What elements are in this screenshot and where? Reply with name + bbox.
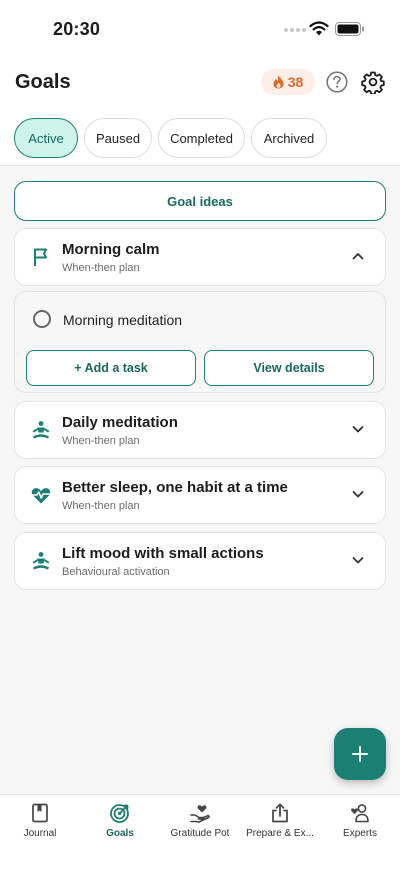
- target-icon: [110, 804, 129, 823]
- bottom-navigation: Journal Goals Gratitude Pot Prepare & Ex…: [0, 794, 400, 869]
- nav-label: Goals: [106, 828, 134, 839]
- status-bar: 20:30: [0, 0, 400, 56]
- chevron-down-icon[interactable]: [351, 487, 365, 501]
- chevron-down-icon[interactable]: [351, 553, 365, 567]
- tab-active[interactable]: Active: [14, 118, 78, 158]
- meditation-icon: [32, 421, 50, 439]
- add-goal-button[interactable]: [334, 728, 386, 780]
- goal-card-lift-mood[interactable]: Lift mood with small actions Behavioural…: [14, 532, 386, 590]
- nav-item-goals[interactable]: Goals: [80, 802, 160, 846]
- goal-title: Lift mood with small actions: [62, 545, 264, 562]
- goal-subtitle: Behavioural activation: [62, 566, 170, 578]
- heartbeat-icon: [31, 488, 51, 504]
- flag-icon: [34, 248, 47, 266]
- gratitude-hand-heart-icon: [190, 805, 210, 823]
- tab-paused[interactable]: Paused: [84, 118, 152, 158]
- streak-count: 38: [287, 74, 304, 90]
- nav-item-journal[interactable]: Journal: [0, 802, 80, 846]
- wifi-icon: [309, 21, 329, 36]
- add-task-button[interactable]: + Add a task: [26, 350, 196, 386]
- page-header: Goals 38: [0, 62, 400, 102]
- help-icon[interactable]: [326, 71, 348, 93]
- plus-icon: [352, 746, 368, 762]
- task-checkbox[interactable]: [33, 310, 51, 328]
- share-upload-icon: [272, 803, 288, 823]
- nav-item-prepare-express[interactable]: Prepare & Ex...: [240, 802, 320, 846]
- chevron-up-icon[interactable]: [351, 249, 365, 263]
- goal-card-daily-meditation[interactable]: Daily meditation When-then plan: [14, 401, 386, 459]
- tab-completed[interactable]: Completed: [158, 118, 245, 158]
- nav-item-experts[interactable]: Experts: [320, 802, 400, 846]
- tab-archived[interactable]: Archived: [251, 118, 327, 158]
- goal-card-morning-calm[interactable]: Morning calm When-then plan: [14, 228, 386, 286]
- goal-subtitle: When-then plan: [62, 435, 140, 447]
- status-time: 20:30: [53, 19, 101, 39]
- task-label: Morning meditation: [63, 312, 183, 328]
- journal-icon: [32, 803, 48, 823]
- goal-status-tabs: Active Paused Completed Archived: [14, 118, 327, 158]
- nav-label: Gratitude Pot: [170, 828, 230, 839]
- goal-title: Daily meditation: [62, 414, 178, 431]
- cellular-signal-icon: [284, 28, 306, 32]
- nav-item-gratitude-pot[interactable]: Gratitude Pot: [160, 802, 240, 846]
- streak-badge[interactable]: 38: [261, 69, 315, 95]
- goal-tasks-panel: Morning meditation + Add a task View det…: [14, 291, 386, 393]
- meditation-icon: [32, 552, 50, 570]
- flame-icon: [273, 75, 284, 89]
- view-details-button[interactable]: View details: [204, 350, 374, 386]
- goal-title: Morning calm: [62, 241, 160, 258]
- nav-label: Journal: [23, 828, 57, 839]
- goal-title: Better sleep, one habit at a time: [62, 479, 288, 496]
- goal-ideas-button[interactable]: Goal ideas: [14, 181, 386, 221]
- nav-label: Experts: [343, 828, 377, 839]
- goal-subtitle: When-then plan: [62, 262, 140, 274]
- nav-label: Prepare & Ex...: [246, 828, 314, 839]
- page-title: Goals: [15, 71, 71, 93]
- gear-icon[interactable]: [361, 70, 385, 94]
- chevron-down-icon[interactable]: [351, 422, 365, 436]
- goal-card-better-sleep[interactable]: Better sleep, one habit at a time When-t…: [14, 466, 386, 524]
- goal-subtitle: When-then plan: [62, 500, 140, 512]
- experts-person-heart-icon: [351, 804, 369, 823]
- battery-icon: [335, 22, 364, 36]
